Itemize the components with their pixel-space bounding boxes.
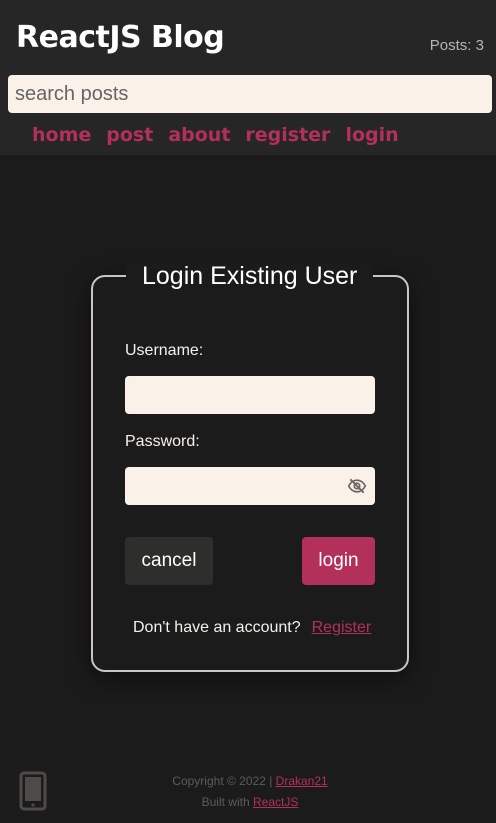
no-account-text: Don't have an account? bbox=[133, 619, 301, 636]
copyright-text: Copyright © 2022 | bbox=[172, 774, 273, 788]
footer-copyright: Copyright © 2022 | Drakan21 bbox=[0, 774, 496, 788]
nav-about[interactable]: about bbox=[168, 124, 230, 146]
app-header: ReactJS Blog Posts: 3 home post about re… bbox=[0, 0, 496, 155]
main-nav: home post about register login bbox=[32, 124, 399, 146]
register-prompt: Don't have an account? Register bbox=[133, 619, 371, 637]
nav-login[interactable]: login bbox=[345, 124, 398, 146]
post-count: Posts: 3 bbox=[429, 37, 484, 54]
nav-home[interactable]: home bbox=[32, 124, 91, 146]
login-form-title: Login Existing User bbox=[126, 262, 374, 291]
password-label: Password: bbox=[125, 433, 200, 450]
nav-register[interactable]: register bbox=[245, 124, 330, 146]
built-with-text: Built with bbox=[201, 795, 250, 809]
author-link[interactable]: Drakan21 bbox=[276, 774, 328, 788]
footer-built-with: Built with ReactJS bbox=[0, 795, 496, 809]
username-label: Username: bbox=[125, 342, 204, 359]
app-title: ReactJS Blog bbox=[16, 20, 225, 55]
password-field[interactable] bbox=[125, 467, 375, 505]
login-button[interactable]: login bbox=[302, 537, 375, 585]
eye-slash-icon[interactable] bbox=[347, 476, 367, 496]
register-link[interactable]: Register bbox=[312, 619, 372, 636]
search-input[interactable] bbox=[8, 75, 492, 113]
username-field[interactable] bbox=[125, 376, 375, 414]
reactjs-link[interactable]: ReactJS bbox=[253, 795, 298, 809]
cancel-button[interactable]: cancel bbox=[125, 537, 213, 585]
nav-post[interactable]: post bbox=[106, 124, 153, 146]
